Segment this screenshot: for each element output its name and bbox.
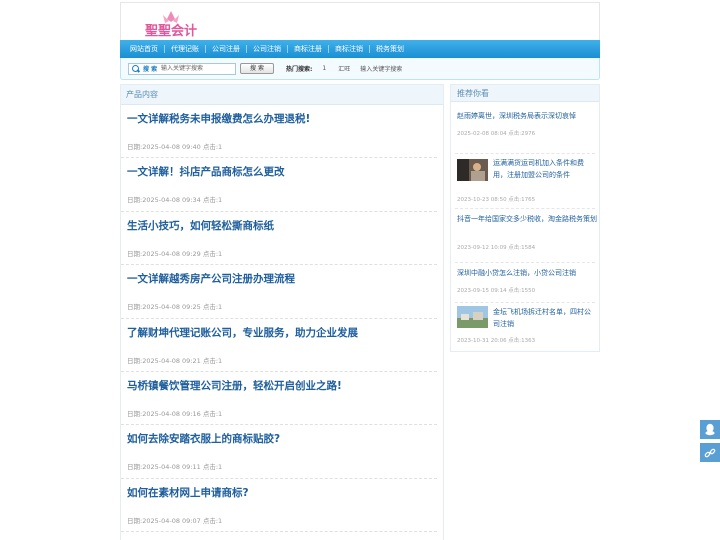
article-title-link[interactable]: 如何去除安踏衣服上的商标贴胶? xyxy=(127,431,280,446)
search-button[interactable]: 搜 索 xyxy=(240,63,274,74)
list-item: 了解财坤代理记账公司，专业服务，助力企业发展 日期:2025-04-08 09:… xyxy=(121,319,437,372)
list-item: 金坛飞机场拆迁村名单，四村公司注销 2023-10-31 20:06 点击:13… xyxy=(455,303,595,351)
article-list-heading: 产品内容 xyxy=(121,85,443,105)
list-item: 深圳中融小贷怎么注销，小贷公司注销 2023-09-15 09:14 点击:15… xyxy=(455,263,595,303)
header-bar: 聖聖会计 xyxy=(120,2,600,40)
article-meta: 日期:2025-04-08 09:25 点击:1 xyxy=(127,303,223,312)
nav-item-trademark-register[interactable]: 商标注册 xyxy=(288,40,328,58)
list-item: 如何去除安踏衣服上的商标贴胶? 日期:2025-04-08 09:11 点击:1 xyxy=(121,425,437,479)
recommend-meta: 2023-10-31 20:06 点击:1363 xyxy=(457,338,536,344)
logo-text[interactable]: 聖聖会计 xyxy=(145,20,197,39)
nav-item-company-register[interactable]: 公司注册 xyxy=(206,40,246,58)
page-header: 聖聖会计 网站首页 代理记账 公司注册 公司注销 商标注册 商标注销 税务策划 … xyxy=(120,2,600,80)
article-title-link[interactable]: 一文详解！抖店产品商标怎么更改 xyxy=(127,164,285,179)
nav-item-trademark-cancel[interactable]: 商标注销 xyxy=(329,40,369,58)
article-meta: 日期:2025-04-08 09:34 点击:1 xyxy=(127,196,223,205)
article-title-link[interactable]: 马桥镇餐饮管理公司注册，轻松开启创业之路! xyxy=(127,378,342,393)
thumbnail-image[interactable] xyxy=(457,306,488,328)
article-title-link[interactable]: 了解财坤代理记账公司，专业服务，助力企业发展 xyxy=(127,325,358,340)
article-meta: 日期:2025-04-08 09:29 点击:1 xyxy=(127,249,223,258)
list-item: 马桥镇餐饮管理公司注册，轻松开启创业之路! 日期:2025-04-08 09:1… xyxy=(121,372,437,426)
hot-search-item[interactable]: 输入关键字搜索 xyxy=(360,64,402,73)
recommend-title-link[interactable]: 赵雨婷离世，深圳税务局表示深切哀悼 xyxy=(457,110,597,122)
list-item: 生活小技巧，如何轻松撕商标纸 日期:2025-04-08 09:29 点击:1 xyxy=(121,212,437,266)
recommend-meta: 2023-10-23 08:50 点击:1765 xyxy=(457,197,536,203)
article-meta: 日期:2025-04-08 09:21 点击:1 xyxy=(127,356,223,365)
recommend-meta: 2023-09-15 09:14 点击:1550 xyxy=(457,288,536,294)
list-item: 一文详解！抖店产品商标怎么更改 日期:2025-04-08 09:34 点击:1 xyxy=(121,158,437,212)
recommend-title-link[interactable]: 抖音一年给国家交多少税收，淘金路税务策划 xyxy=(457,213,597,225)
qq-icon xyxy=(705,423,715,436)
article-meta: 日期:2025-04-08 09:40 点击:1 xyxy=(127,143,223,151)
nav-item-company-cancel[interactable]: 公司注销 xyxy=(247,40,287,58)
recommend-title-link[interactable]: 金坛飞机场拆迁村名单，四村公司注销 xyxy=(493,306,597,330)
list-item: 运满满货运司机加入条件和费用，注册加盟公司的条件 2023-10-23 08:5… xyxy=(455,154,595,209)
article-title-link[interactable]: 如何在素材网上申请商标? xyxy=(127,485,249,500)
main-nav: 网站首页 代理记账 公司注册 公司注销 商标注册 商标注销 税务策划 xyxy=(120,40,600,58)
hot-search-item[interactable]: 汇旺 xyxy=(338,64,350,73)
search-label: 搜 索 xyxy=(143,66,158,73)
link-float-button[interactable] xyxy=(700,443,720,462)
article-title-link[interactable]: 一文详解税务未申报缴费怎么办理退税! xyxy=(127,111,310,126)
recommend-title-link[interactable]: 运满满货运司机加入条件和费用，注册加盟公司的条件 xyxy=(493,157,597,181)
recommend-sidebar: 推荐你看 赵雨婷离世，深圳税务局表示深切哀悼 2025-02-08 08:04 … xyxy=(450,84,600,352)
search-icon xyxy=(129,63,143,75)
link-icon xyxy=(704,448,716,457)
hot-search-item[interactable]: 1 xyxy=(322,65,326,72)
list-item: 一文详解税务未申报缴费怎么办理退税! 日期:2025-04-08 09:40 点… xyxy=(121,105,437,159)
article-title-link[interactable]: 生活小技巧，如何轻松撕商标纸 xyxy=(127,218,274,233)
article-title-link[interactable]: 一文详解越秀房产公司注册办理流程 xyxy=(127,271,295,286)
search-box: 搜 索 xyxy=(128,62,236,75)
search-input[interactable] xyxy=(159,63,235,74)
sidebar-heading: 推荐你看 xyxy=(451,85,599,102)
article-meta: 日期:2025-04-08 09:07 点击:1 xyxy=(127,516,223,525)
article-list: 产品内容 一文详解税务未申报缴费怎么办理退税! 日期:2025-04-08 09… xyxy=(120,84,444,540)
list-item: 赵雨婷离世，深圳税务局表示深切哀悼 2025-02-08 08:04 点击:29… xyxy=(455,102,595,154)
hot-search-label: 热门搜索: xyxy=(286,66,313,73)
thumbnail-image[interactable] xyxy=(457,159,488,181)
article-meta: 日期:2025-04-08 09:16 点击:1 xyxy=(127,409,223,418)
nav-item-tax-planning[interactable]: 税务策划 xyxy=(370,40,410,58)
list-item: 抖音一年给国家交多少税收，淘金路税务策划 2023-09-12 10:09 点击… xyxy=(455,209,597,263)
qq-float-button[interactable] xyxy=(700,420,720,439)
article-meta: 日期:2025-04-08 09:11 点击:1 xyxy=(127,463,223,472)
recommend-meta: 2025-02-08 08:04 点击:2976 xyxy=(457,131,536,137)
recommend-title-link[interactable]: 深圳中融小贷怎么注销，小贷公司注销 xyxy=(457,267,597,279)
nav-item-home[interactable]: 网站首页 xyxy=(124,40,164,58)
list-item: 如何在素材网上申请商标? 日期:2025-04-08 09:07 点击:1 xyxy=(121,479,437,533)
list-item: 一文详解越秀房产公司注册办理流程 日期:2025-04-08 09:25 点击:… xyxy=(121,265,437,319)
search-bar: 搜 索 搜 索 热门搜索: 1 汇旺 输入关键字搜索 xyxy=(120,58,600,80)
recommend-meta: 2023-09-12 10:09 点击:1584 xyxy=(457,245,536,251)
nav-item-bookkeeping[interactable]: 代理记账 xyxy=(165,40,205,58)
